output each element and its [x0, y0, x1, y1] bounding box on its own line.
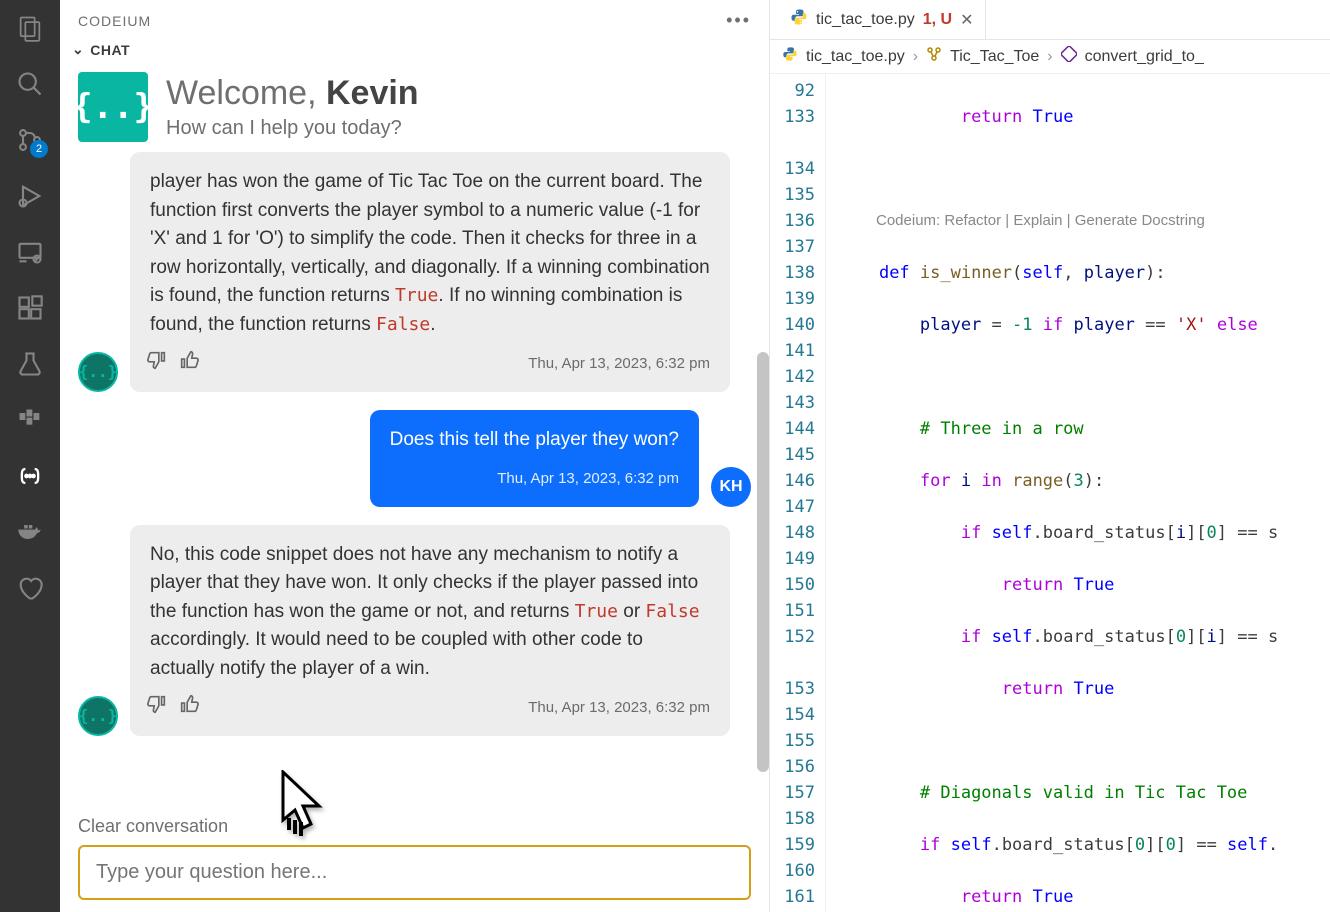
codeium-icon[interactable]	[14, 460, 46, 492]
user-avatar: KH	[711, 467, 751, 507]
python-file-icon	[790, 8, 808, 31]
editor-tabs: tic_tac_toe.py 1, U ✕	[770, 0, 1330, 40]
chevron-right-icon: ›	[913, 48, 918, 66]
codelens-refactor[interactable]: Refactor	[944, 212, 1001, 229]
close-tab-icon[interactable]: ✕	[960, 10, 973, 30]
message-row-user: KH Does this tell the player they won? T…	[78, 410, 751, 507]
python-file-icon	[782, 46, 798, 67]
bot-avatar: {..}	[78, 352, 118, 392]
tab-title: tic_tac_toe.py	[816, 11, 915, 29]
chat-input[interactable]	[78, 845, 751, 900]
user-message-bubble: Does this tell the player they won? Thu,…	[370, 410, 699, 507]
message-row-bot: {..} No, this code snippet does not have…	[78, 525, 751, 736]
activity-bar: 2	[0, 0, 60, 912]
code-editor[interactable]: 92133 1341351361371381391401411421431441…	[770, 74, 1330, 912]
chat-scroll[interactable]: {..} player has won the game of Tic Tac …	[60, 152, 769, 816]
feedback-buttons	[146, 693, 200, 724]
source-control-badge: 2	[30, 140, 48, 158]
remote-icon[interactable]	[14, 236, 46, 268]
line-number-gutter: 92133 1341351361371381391401411421431441…	[770, 74, 826, 912]
codelens[interactable]: Codeium: Refactor | Explain | Generate D…	[876, 208, 1330, 234]
scrollbar-thumb[interactable]	[757, 352, 769, 772]
message-timestamp: Thu, Apr 13, 2023, 6:32 pm	[150, 697, 710, 720]
breadcrumb-file[interactable]: tic_tac_toe.py	[806, 48, 905, 66]
codeium-logo: {..}	[78, 72, 148, 142]
testing-icon[interactable]	[14, 348, 46, 380]
panel-title: CODEIUM	[78, 13, 151, 29]
message-timestamp: Thu, Apr 13, 2023, 6:32 pm	[150, 353, 710, 376]
message-timestamp: Thu, Apr 13, 2023, 6:32 pm	[390, 468, 679, 491]
chat-section-toggle[interactable]: ⌄ CHAT	[60, 35, 769, 64]
thumbs-down-icon[interactable]	[146, 349, 168, 380]
clear-conversation-link[interactable]: Clear conversation	[60, 816, 769, 845]
explorer-icon[interactable]	[14, 12, 46, 44]
run-debug-icon[interactable]	[14, 180, 46, 212]
method-symbol-icon	[1061, 46, 1077, 67]
breadcrumb-class[interactable]: Tic_Tac_Toe	[950, 48, 1039, 66]
panel-header: CODEIUM •••	[60, 0, 769, 35]
welcome-subheading: How can I help you today?	[166, 117, 419, 140]
breadcrumb[interactable]: tic_tac_toe.py › Tic_Tac_Toe › convert_g…	[770, 40, 1330, 74]
chevron-right-icon: ›	[1047, 48, 1052, 66]
bot-message-bubble: No, this code snippet does not have any …	[130, 525, 730, 736]
code-content[interactable]: return True Codeium: Refactor | Explain …	[826, 74, 1330, 912]
editor-tab[interactable]: tic_tac_toe.py 1, U ✕	[778, 0, 986, 39]
breadcrumb-method[interactable]: convert_grid_to_	[1085, 48, 1204, 66]
code-inline: True	[395, 285, 438, 306]
thumbs-up-icon[interactable]	[178, 693, 200, 724]
docker-icon[interactable]	[14, 516, 46, 548]
codelens-docstring[interactable]: Generate Docstring	[1075, 212, 1205, 229]
welcome-heading: Welcome, Kevin	[166, 74, 419, 113]
code-inline: True	[575, 601, 618, 622]
class-symbol-icon	[926, 46, 942, 67]
welcome-block: {..} Welcome, Kevin How can I help you t…	[60, 64, 769, 152]
chat-section-label: CHAT	[90, 42, 130, 58]
codelens-explain[interactable]: Explain	[1013, 212, 1062, 229]
terraform-icon[interactable]	[14, 404, 46, 436]
message-row-bot: {..} player has won the game of Tic Tac …	[78, 152, 751, 392]
search-icon[interactable]	[14, 68, 46, 100]
thumbs-up-icon[interactable]	[178, 349, 200, 380]
feedback-buttons	[146, 349, 200, 380]
tab-modified-indicator: 1, U	[923, 11, 952, 29]
code-inline: False	[376, 314, 430, 335]
bot-message-bubble: player has won the game of Tic Tac Toe o…	[130, 152, 730, 392]
bot-avatar: {..}	[78, 696, 118, 736]
source-control-icon[interactable]: 2	[14, 124, 46, 156]
chevron-down-icon: ⌄	[72, 41, 84, 58]
heart-icon[interactable]	[14, 572, 46, 604]
editor-group: tic_tac_toe.py 1, U ✕ tic_tac_toe.py › T…	[770, 0, 1330, 912]
panel-more-icon[interactable]: •••	[726, 10, 751, 31]
codeium-panel: CODEIUM ••• ⌄ CHAT {..} Welcome, Kevin H…	[60, 0, 770, 912]
thumbs-down-icon[interactable]	[146, 693, 168, 724]
extensions-icon[interactable]	[14, 292, 46, 324]
code-inline: False	[645, 601, 699, 622]
